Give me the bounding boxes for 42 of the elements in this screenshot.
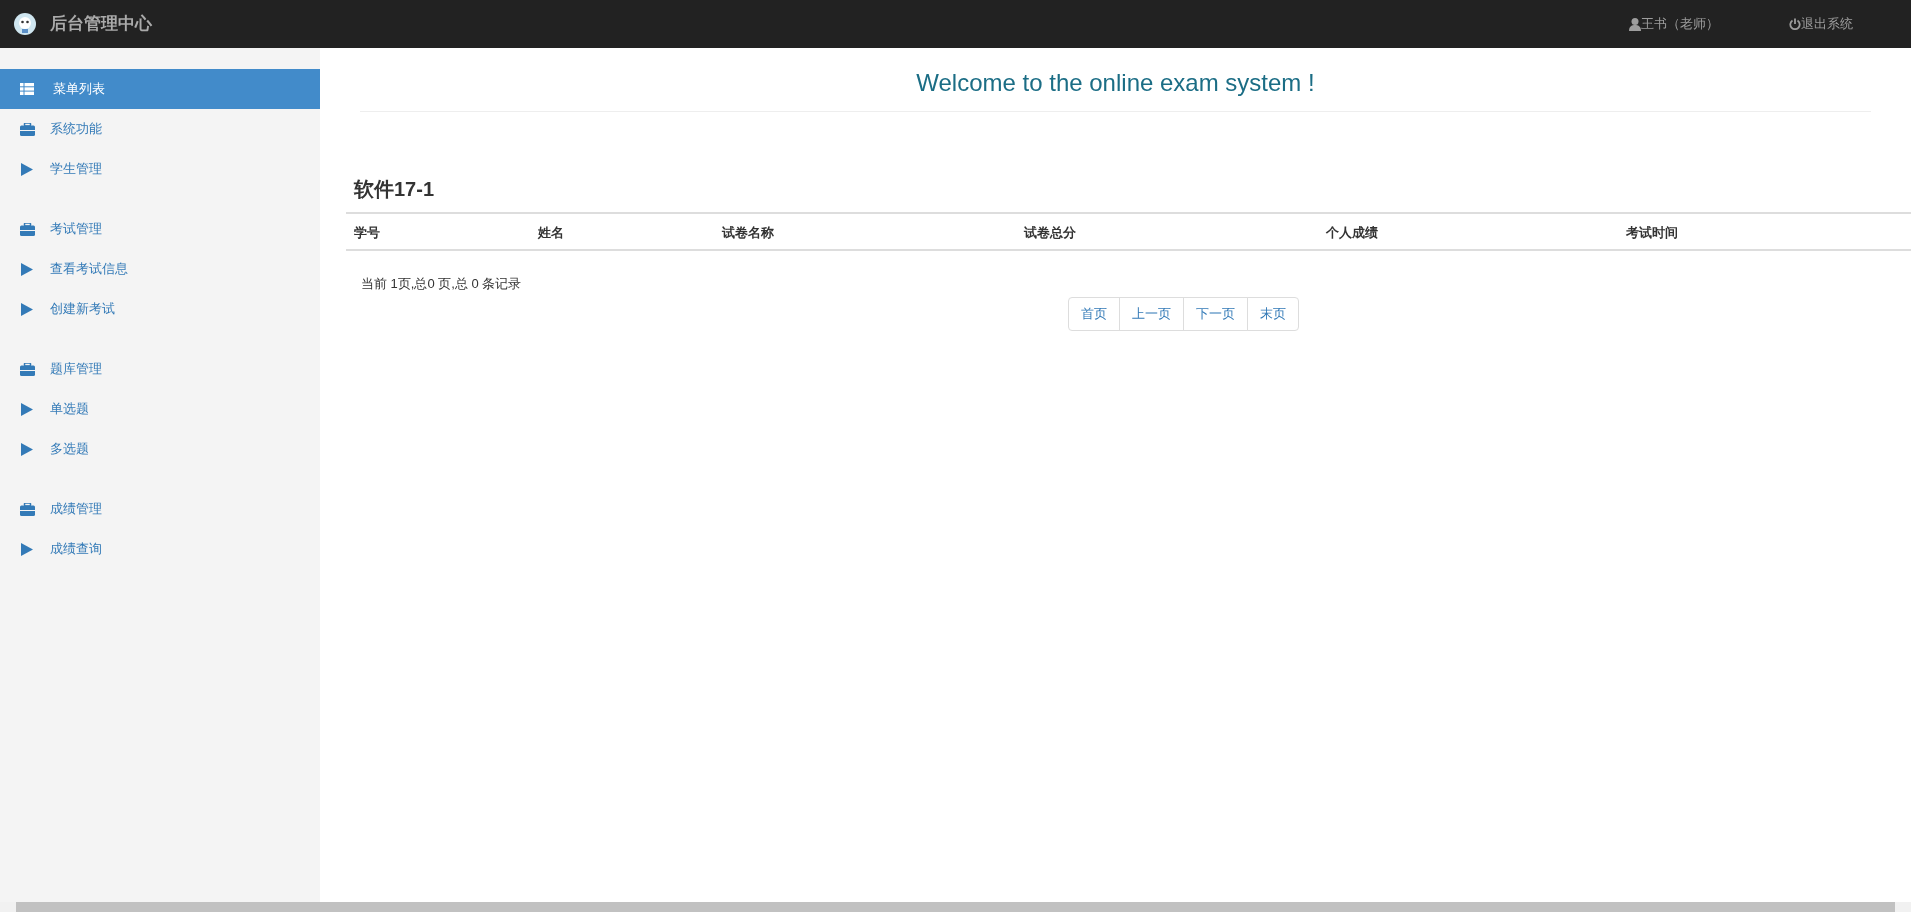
play-icon [21, 542, 33, 556]
column-header: 考试时间 [1626, 224, 1678, 240]
briefcase-icon [20, 122, 35, 136]
pagination-button[interactable]: 上一页 [1119, 297, 1184, 331]
menu-item[interactable]: 多选题 [0, 429, 320, 469]
column-header: 姓名 [538, 224, 564, 240]
power-icon [1789, 18, 1801, 30]
app-title: 后台管理中心 [50, 13, 152, 36]
menu-item[interactable]: 学生管理 [0, 149, 320, 189]
column-header: 学号 [354, 224, 380, 240]
menu-group[interactable]: 题库管理 [0, 349, 320, 389]
briefcase-icon [20, 502, 35, 516]
welcome-heading: Welcome to the online exam system ! [916, 69, 1315, 96]
page-info: 当前 1页,总0 页,总 0 条记录 [361, 276, 522, 291]
menu-item[interactable]: 查看考试信息 [0, 249, 320, 289]
play-icon [21, 442, 33, 456]
play-icon [21, 302, 33, 316]
column-header: 试卷名称 [722, 224, 774, 240]
menu-group[interactable]: 系统功能 [0, 109, 320, 149]
menu-item[interactable]: 创建新考试 [0, 289, 320, 329]
play-icon [21, 262, 33, 276]
avatar-icon [14, 13, 36, 35]
menu-item[interactable]: 单选题 [0, 389, 320, 429]
pagination-button[interactable]: 首页 [1068, 297, 1120, 331]
menu-header[interactable]: 菜单列表 [0, 69, 320, 109]
menu-item[interactable]: 成绩查询 [0, 529, 320, 569]
pagination-button[interactable]: 末页 [1247, 297, 1299, 331]
list-icon [20, 83, 34, 95]
logout-link[interactable]: 退出系统 [1789, 14, 1853, 34]
user-link[interactable]: 王书（老师） [1629, 14, 1719, 34]
user-icon [1629, 17, 1641, 31]
play-icon [21, 162, 33, 176]
column-header: 试卷总分 [1024, 224, 1076, 240]
column-header: 个人成绩 [1326, 224, 1378, 240]
pagination-button[interactable]: 下一页 [1183, 297, 1248, 331]
menu-group[interactable]: 考试管理 [0, 209, 320, 249]
briefcase-icon [20, 222, 35, 236]
class-title: 软件17-1 [354, 178, 435, 200]
horizontal-scrollbar[interactable] [0, 902, 1911, 912]
play-icon [21, 402, 33, 416]
menu-group[interactable]: 成绩管理 [0, 489, 320, 529]
briefcase-icon [20, 362, 35, 376]
